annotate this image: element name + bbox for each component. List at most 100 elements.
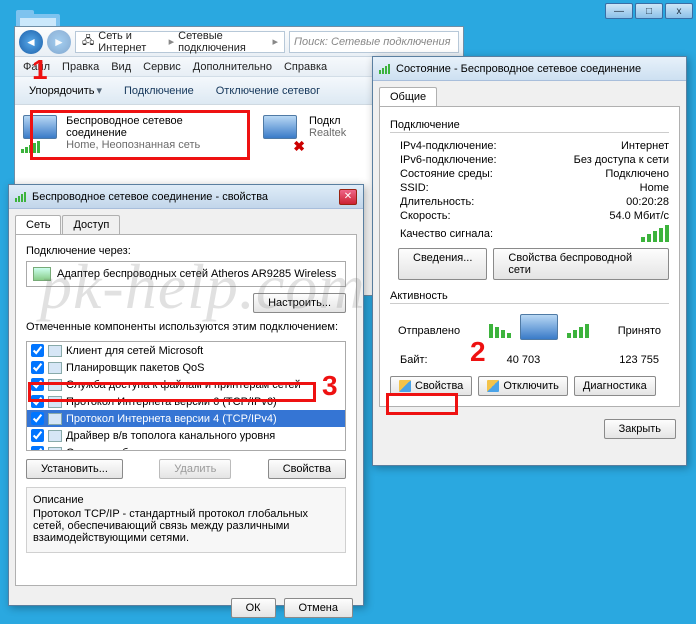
tab-network[interactable]: Сеть [15, 215, 61, 234]
disconnect-button[interactable]: Отключить [478, 376, 568, 396]
checkbox[interactable] [31, 412, 44, 425]
breadcrumb[interactable]: 🖧 Сеть и Интернет ▸ Сетевые подключения … [75, 31, 285, 53]
remove-button: Удалить [159, 459, 231, 479]
status-title: Состояние - Беспроводное сетевое соедине… [396, 63, 680, 75]
menu-tools[interactable]: Сервис [143, 61, 181, 73]
annotation-number-1: 1 [32, 54, 48, 86]
connect-button[interactable]: Подключение [116, 83, 202, 99]
disconnected-x-icon: ✖ [293, 138, 305, 155]
kv-val: Home [640, 182, 669, 194]
kv-key: Скорость: [400, 210, 451, 222]
annotation-box-3 [28, 382, 316, 402]
menu-view[interactable]: Вид [111, 61, 131, 73]
kv-key: Длительность: [400, 196, 474, 208]
item-properties-button[interactable]: Свойства [268, 459, 346, 479]
group-activity: Активность [390, 290, 669, 304]
recv-label: Принято [618, 325, 661, 337]
bytes-recv: 123 755 [619, 354, 659, 366]
ok-button[interactable]: ОК [231, 598, 276, 618]
kv-val: Подключено [605, 168, 669, 180]
signal-bars-icon [641, 225, 669, 242]
forward-button[interactable]: ► [47, 30, 71, 54]
checkbox[interactable] [31, 429, 44, 442]
menu-edit[interactable]: Правка [62, 61, 99, 73]
tab-access[interactable]: Доступ [62, 215, 120, 234]
activity-icon [517, 314, 561, 348]
components-label: Отмеченные компоненты используются этим … [26, 321, 346, 333]
minimize-button[interactable]: — [605, 3, 633, 19]
adapter-field: Адаптер беспроводных сетей Atheros AR928… [26, 261, 346, 287]
signal-label: Качество сигнала: [400, 228, 493, 240]
wireless-props-button[interactable]: Свойства беспроводной сети [493, 248, 669, 280]
shield-icon [399, 380, 411, 392]
adapter-name: Адаптер беспроводных сетей Atheros AR928… [57, 268, 336, 280]
menu-help[interactable]: Справка [284, 61, 327, 73]
kv-key: IPv4-подключение: [400, 140, 497, 152]
back-button[interactable]: ◄ [19, 30, 43, 54]
status-titlebar: Состояние - Беспроводное сетевое соедине… [373, 57, 686, 81]
breadcrumb-item[interactable]: Сетевые подключения [178, 30, 268, 54]
properties-title: Беспроводное сетевое соединение - свойст… [32, 191, 333, 203]
connection-lan[interactable]: ✖ Подкл Realtek [263, 115, 346, 151]
cancel-button[interactable]: Отмена [284, 598, 353, 618]
bytes-label: Байт: [400, 354, 428, 366]
disconnect-button[interactable]: Отключение сетевог [208, 83, 328, 99]
menu-advanced[interactable]: Дополнительно [193, 61, 272, 73]
signal-icon [379, 64, 390, 74]
checkbox[interactable] [31, 446, 44, 451]
signal-icon [15, 192, 26, 202]
group-connection: Подключение [390, 119, 669, 133]
breadcrumb-icon: 🖧 [82, 32, 94, 51]
nic-icon [33, 267, 51, 281]
bytes-sent: 40 703 [507, 354, 541, 366]
install-button[interactable]: Установить... [26, 459, 123, 479]
component-icon [48, 447, 62, 452]
component-icon [48, 362, 62, 374]
explorer-addressbar: ◄ ► 🖧 Сеть и Интернет ▸ Сетевые подключе… [15, 27, 463, 57]
kv-key: SSID: [400, 182, 429, 194]
list-item-selected[interactable]: Протокол Интернета версии 4 (TCP/IPv4) [27, 410, 345, 427]
breadcrumb-sep-icon: ▸ [272, 35, 278, 48]
annotation-box-2 [386, 393, 458, 415]
connect-via-label: Подключение через: [26, 245, 346, 257]
list-item[interactable]: Ответчик обнаружения топологии канальног… [27, 444, 345, 451]
connection-subtitle: Realtek [309, 127, 346, 139]
connection-title: Подкл [309, 115, 346, 127]
kv-val: Без доступа к сети [574, 154, 669, 166]
sent-label: Отправлено [398, 325, 460, 337]
kv-key: Состояние среды: [400, 168, 493, 180]
breadcrumb-sep-icon: ▸ [169, 35, 175, 48]
close-icon[interactable]: ✕ [339, 189, 357, 205]
list-item[interactable]: Планировщик пакетов QoS [27, 359, 345, 376]
diagnostics-button[interactable]: Диагностика [574, 376, 656, 396]
breadcrumb-item[interactable]: Сеть и Интернет [98, 30, 164, 54]
lan-icon: ✖ [263, 115, 301, 151]
component-icon [48, 430, 62, 442]
properties-titlebar: Беспроводное сетевое соединение - свойст… [9, 185, 363, 209]
kv-key: IPv6-подключение: [400, 154, 497, 166]
annotation-number-2: 2 [470, 336, 486, 368]
tab-general[interactable]: Общие [379, 87, 437, 106]
annotation-number-3: 3 [322, 370, 338, 402]
maximize-button[interactable]: □ [635, 3, 663, 19]
component-icon [48, 345, 62, 357]
annotation-box-1 [30, 110, 250, 160]
window-controls: — □ x [605, 3, 693, 19]
kv-val: 54.0 Мбит/с [609, 210, 669, 222]
configure-button[interactable]: Настроить... [253, 293, 346, 313]
list-item[interactable]: Клиент для сетей Microsoft [27, 342, 345, 359]
sent-icon [489, 324, 511, 338]
list-item[interactable]: Драйвер в/в тополога канального уровня [27, 427, 345, 444]
description-text: Протокол TCP/IP - стандартный протокол г… [33, 508, 339, 544]
checkbox[interactable] [31, 344, 44, 357]
search-input[interactable]: Поиск: Сетевые подключения [289, 31, 459, 53]
shield-icon [487, 380, 499, 392]
close-button[interactable]: Закрыть [604, 419, 676, 439]
kv-val: Интернет [621, 140, 669, 152]
close-button[interactable]: x [665, 3, 693, 19]
description-box: Описание Протокол TCP/IP - стандартный п… [26, 487, 346, 553]
details-button[interactable]: Сведения... [398, 248, 487, 280]
recv-icon [567, 324, 589, 338]
kv-val: 00:20:28 [626, 196, 669, 208]
checkbox[interactable] [31, 361, 44, 374]
